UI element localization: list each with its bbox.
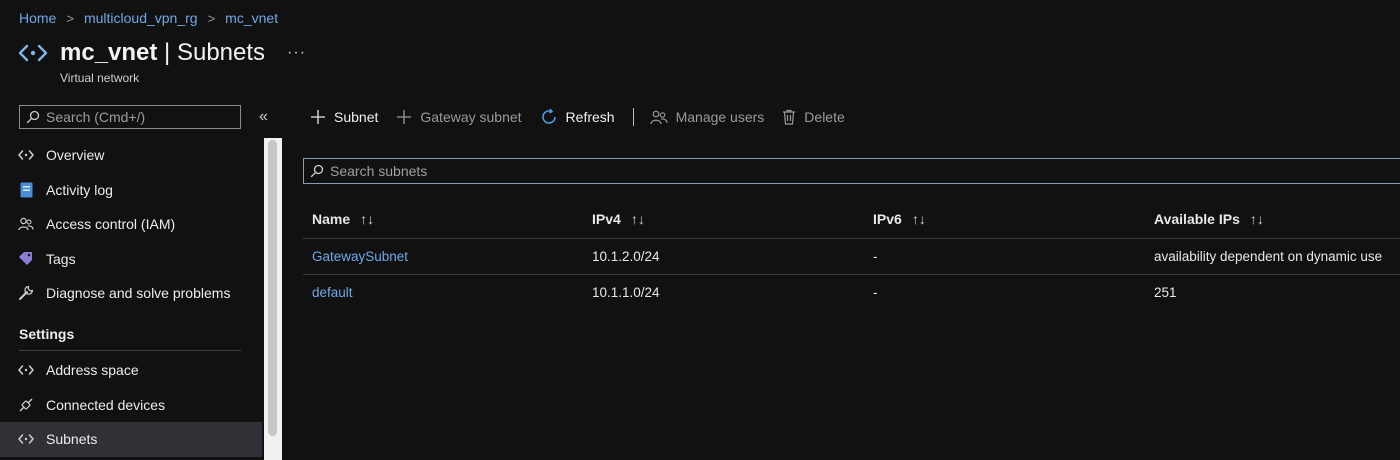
collapse-sidebar-icon[interactable]: « — [259, 108, 268, 126]
plug-icon — [18, 397, 34, 413]
subnet-search-input[interactable] — [328, 162, 932, 180]
sidebar-item-tags[interactable]: Tags — [0, 242, 262, 277]
column-header-ipv4[interactable]: IPv4 ↑↓ — [592, 200, 645, 238]
subnets-table: Name ↑↓ IPv4 ↑↓ IPv6 ↑↓ Available IPs ↑↓… — [303, 200, 1400, 310]
ipv6-cell: - — [873, 285, 878, 300]
available-ips-cell: availability dependent on dynamic use — [1154, 249, 1383, 264]
people-icon — [649, 109, 668, 125]
available-ips-cell: 251 — [1154, 285, 1177, 300]
section-divider — [19, 350, 241, 351]
refresh-label: Refresh — [565, 109, 615, 125]
ipv4-cell: 10.1.2.0/24 — [592, 249, 660, 264]
plus-icon — [396, 109, 412, 125]
vnet-icon — [18, 362, 34, 378]
settings-section-header: Settings — [19, 326, 75, 342]
breadcrumb: Home > multicloud_vpn_rg > mc_vnet — [19, 10, 278, 26]
sort-icon[interactable]: ↑↓ — [360, 211, 374, 227]
page-title: mc_vnet | Subnets — [60, 39, 265, 67]
sidebar-item-label: Activity log — [46, 181, 113, 198]
ipv4-cell: 10.1.1.0/24 — [592, 285, 660, 300]
sidebar-item-overview[interactable]: Overview — [0, 138, 262, 173]
breadcrumb-chevron-icon: > — [66, 10, 74, 26]
sidebar-item-diagnose[interactable]: Diagnose and solve problems — [0, 276, 262, 311]
resource-name: mc_vnet — [60, 39, 158, 66]
column-header-name[interactable]: Name ↑↓ — [312, 200, 374, 238]
sidebar-item-subnets[interactable]: Subnets — [0, 422, 262, 457]
sort-icon[interactable]: ↑↓ — [631, 211, 645, 227]
breadcrumb-resource-group[interactable]: multicloud_vpn_rg — [84, 10, 198, 26]
subnet-search[interactable] — [303, 158, 1400, 184]
more-options-icon[interactable]: ··· — [287, 44, 306, 62]
wrench-icon — [18, 285, 34, 301]
column-label: IPv4 — [592, 211, 621, 227]
refresh-icon — [540, 108, 558, 126]
sort-icon[interactable]: ↑↓ — [1250, 211, 1264, 227]
column-label: IPv6 — [873, 211, 902, 227]
command-bar: Subnet Gateway subnet Refresh Manage use… — [310, 106, 863, 128]
sidebar-item-label: Address space — [46, 362, 139, 379]
resource-type: Virtual network — [60, 71, 140, 85]
add-subnet-button[interactable]: Subnet — [310, 109, 378, 125]
table-row[interactable]: GatewaySubnet 10.1.2.0/24 - availability… — [303, 239, 1400, 275]
add-gateway-subnet-button[interactable]: Gateway subnet — [396, 109, 522, 125]
sidebar-item-label: Connected devices — [46, 396, 166, 413]
sidebar-search-input[interactable] — [44, 108, 238, 126]
subnet-name-link[interactable]: GatewaySubnet — [312, 249, 408, 264]
search-icon — [26, 110, 40, 124]
subnet-name-link[interactable]: default — [312, 285, 353, 300]
column-label: Available IPs — [1154, 211, 1240, 227]
sidebar-item-connected-devices[interactable]: Connected devices — [0, 388, 262, 423]
ipv6-cell: - — [873, 249, 878, 264]
blade-name: Subnets — [176, 39, 266, 66]
delete-button[interactable]: Delete — [782, 109, 845, 125]
column-label: Name — [312, 211, 351, 227]
sidebar-item-activity-log[interactable]: Activity log — [0, 173, 262, 208]
breadcrumb-home[interactable]: Home — [19, 10, 56, 26]
delete-label: Delete — [804, 109, 845, 125]
tag-icon — [18, 251, 34, 267]
sort-icon[interactable]: ↑↓ — [912, 211, 926, 227]
breadcrumb-chevron-icon: > — [207, 10, 216, 26]
sidebar-search[interactable] — [19, 105, 241, 129]
settings-nav: Address space Connected devices Subnets — [0, 353, 262, 457]
activity-log-icon — [18, 182, 34, 198]
sidebar-item-label: Overview — [46, 147, 105, 164]
add-subnet-label: Subnet — [334, 109, 379, 125]
sidebar-nav: Overview Activity log Access control (IA… — [0, 138, 262, 311]
breadcrumb-vnet[interactable]: mc_vnet — [225, 10, 278, 26]
toolbar-divider — [632, 108, 634, 126]
refresh-button[interactable]: Refresh — [540, 108, 615, 126]
table-row[interactable]: default 10.1.1.0/24 - 251 — [303, 275, 1400, 310]
add-gateway-subnet-label: Gateway subnet — [420, 109, 522, 125]
sidebar-item-address-space[interactable]: Address space — [0, 353, 262, 388]
page-header: mc_vnet | Subnets ··· — [18, 38, 306, 68]
trash-icon — [782, 109, 796, 125]
manage-users-button[interactable]: Manage users — [649, 109, 765, 125]
column-header-available-ips[interactable]: Available IPs ↑↓ — [1154, 200, 1264, 238]
title-separator: | — [157, 39, 177, 66]
sidebar-item-access-control[interactable]: Access control (IAM) — [0, 207, 262, 242]
people-icon — [18, 216, 34, 232]
sidebar-item-label: Access control (IAM) — [46, 216, 176, 233]
sidebar-scrollbar-thumb[interactable] — [268, 140, 277, 436]
vnet-icon — [18, 431, 34, 447]
sidebar-item-label: Tags — [46, 250, 76, 267]
sidebar-item-label: Subnets — [46, 431, 98, 448]
manage-users-label: Manage users — [675, 109, 765, 125]
plus-icon — [310, 109, 326, 125]
table-header: Name ↑↓ IPv4 ↑↓ IPv6 ↑↓ Available IPs ↑↓ — [303, 200, 1400, 239]
vnet-icon — [18, 44, 48, 62]
search-icon — [310, 164, 324, 178]
sidebar-item-label: Diagnose and solve problems — [46, 285, 231, 302]
column-header-ipv6[interactable]: IPv6 ↑↓ — [873, 200, 926, 238]
vnet-icon — [18, 147, 34, 163]
